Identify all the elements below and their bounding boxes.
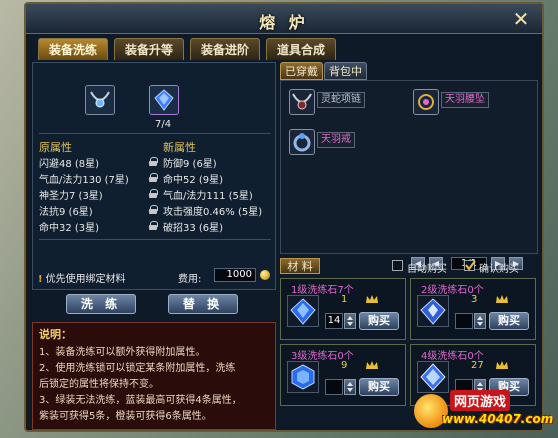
material-cell: 3级洗练石0个 9 购买 xyxy=(280,344,406,406)
crown-icon xyxy=(495,294,509,307)
tab-equipped[interactable]: 已穿戴 xyxy=(280,62,323,80)
instructions-panel: 说明： 1、装备洗练可以额外获得附加属性。 2、使用洗练锁可以锁定某条附加属性，… xyxy=(32,322,276,430)
tab-equip-advance[interactable]: 装备进阶 xyxy=(190,38,260,60)
watermark-title: 网页游戏 xyxy=(450,390,511,411)
crown-icon xyxy=(365,360,379,373)
pendant-icon xyxy=(413,89,439,115)
lock-icon[interactable] xyxy=(149,173,158,182)
coin-icon xyxy=(260,270,270,280)
materials-tab: 材 料 xyxy=(280,258,320,274)
stone-icon[interactable] xyxy=(287,361,319,393)
new-attr-row: 攻击强度0.46% (5星) xyxy=(163,207,263,218)
instruction-line: 2、使用洗练锁可以锁定某条附加属性，洗练 xyxy=(39,363,236,374)
ring-icon xyxy=(289,129,315,155)
quantity-input[interactable] xyxy=(455,313,473,329)
quantity-stepper[interactable] xyxy=(474,313,486,329)
wash-panel: 7/4 原属性 新属性 闪避48 (8星) 气血/法力130 (7星) 神圣力7… xyxy=(32,62,276,290)
material-cell: 1级洗练石7个 1 14 购买 xyxy=(280,278,406,340)
necklace-icon xyxy=(289,89,315,115)
instruction-line: 3、绿装无法洗练，蓝装最高可获得4条属性， xyxy=(39,395,242,406)
furnace-window: 熔 炉 ✕ 装备洗练 装备升等 装备进阶 道具合成 7/4 原属性 新属性 闪避… xyxy=(24,2,544,432)
new-attr-row: 破招33 (6星) xyxy=(163,223,224,234)
confirm-buy-label: 确认购买 xyxy=(479,264,519,275)
original-attr-row: 命中32 (3星) xyxy=(39,223,100,234)
instruction-line: 1、装备洗练可以额外获得附加属性。 xyxy=(39,347,206,358)
warning-icon: ! xyxy=(38,274,43,285)
auto-buy-label: 自动购买 xyxy=(407,264,447,275)
quantity-input[interactable]: 14 xyxy=(325,313,343,329)
tab-equip-upgrade[interactable]: 装备升等 xyxy=(114,38,184,60)
buy-button[interactable]: 购买 xyxy=(359,312,399,330)
buy-button[interactable]: 购买 xyxy=(489,312,529,330)
wash-button[interactable]: 洗 练 xyxy=(66,294,136,314)
original-attr-row: 神圣力7 (3星) xyxy=(39,191,103,202)
material-cost: 3 xyxy=(471,294,478,305)
original-attr-row: 闪避48 (8星) xyxy=(39,159,100,170)
site-watermark: 网页游戏 www.40407.com xyxy=(408,388,556,436)
item-name: 天羽腰坠 xyxy=(441,92,489,108)
item-name: 天羽戒 xyxy=(317,132,355,148)
stone-icon[interactable] xyxy=(417,295,449,327)
stone-slot[interactable] xyxy=(149,85,179,115)
quantity-input[interactable] xyxy=(325,379,343,395)
tab-item-compose[interactable]: 道具合成 xyxy=(266,38,336,60)
stone-icon[interactable] xyxy=(287,295,319,327)
watermark-url: www.40407.com xyxy=(442,412,554,426)
window-title: 熔 炉 xyxy=(259,13,309,32)
blue-gem-icon xyxy=(154,89,174,111)
bind-material-option[interactable]: ! 优先使用绑定材料 xyxy=(38,270,126,285)
new-attrs-header: 新属性 xyxy=(163,141,196,154)
lock-icon[interactable] xyxy=(149,157,158,166)
confirm-buy-checkbox[interactable] xyxy=(464,260,476,271)
crown-icon xyxy=(495,360,509,373)
equipped-list: 灵蛇项链 天羽腰坠 天羽戒 ◀ ◀ 1/1 ▶ ▶ xyxy=(280,80,538,270)
item-name: 灵蛇项链 xyxy=(317,92,365,108)
fee-label: 费用: xyxy=(178,274,202,285)
original-attrs-header: 原属性 xyxy=(39,141,72,154)
replace-button[interactable]: 替 换 xyxy=(168,294,238,314)
stone-count: 7/4 xyxy=(155,119,172,130)
lock-icon[interactable] xyxy=(149,221,158,230)
new-attr-row: 防御9 (6星) xyxy=(163,159,217,170)
tab-equip-wash[interactable]: 装备洗练 xyxy=(38,38,108,60)
fee-value: 1000 xyxy=(214,268,256,282)
close-icon[interactable]: ✕ xyxy=(510,8,532,30)
new-attr-row: 命中52 (9星) xyxy=(163,175,224,186)
necklace-icon xyxy=(90,91,110,108)
check-icon xyxy=(465,260,476,271)
inventory-panel: 已穿戴 背包中 灵蛇项链 天羽腰坠 天羽戒 ◀ ◀ 1/1 ▶ ▶ xyxy=(280,62,540,432)
material-cost: 1 xyxy=(341,294,348,305)
instruction-line: 紫装可获得5条，橙装可获得6条属性。 xyxy=(39,411,212,422)
lock-icon[interactable] xyxy=(149,189,158,198)
material-cost: 9 xyxy=(341,360,348,371)
instruction-line: 后锁定的属性将保持不变。 xyxy=(39,379,159,390)
original-attr-row: 气血/法力130 (7星) xyxy=(39,175,129,186)
quantity-stepper[interactable] xyxy=(344,379,356,395)
option-label: 优先使用绑定材料 xyxy=(45,274,126,285)
material-cell: 2级洗练石0个 3 购买 xyxy=(410,278,536,340)
buy-button[interactable]: 购买 xyxy=(359,378,399,396)
crown-icon xyxy=(365,294,379,307)
divider xyxy=(39,239,271,240)
instructions-header: 说明： xyxy=(39,328,72,341)
divider xyxy=(39,133,271,134)
new-attr-row: 气血/法力111 (5星) xyxy=(163,191,253,202)
title-bar[interactable]: 熔 炉 ✕ xyxy=(26,4,542,34)
auto-buy-checkbox[interactable] xyxy=(392,260,403,271)
lock-icon[interactable] xyxy=(149,205,158,214)
tab-backpack[interactable]: 背包中 xyxy=(324,62,367,80)
material-cost: 27 xyxy=(471,360,484,371)
original-attr-row: 法抗9 (6星) xyxy=(39,207,93,218)
equip-slot[interactable] xyxy=(85,85,115,115)
quantity-stepper[interactable] xyxy=(344,313,356,329)
